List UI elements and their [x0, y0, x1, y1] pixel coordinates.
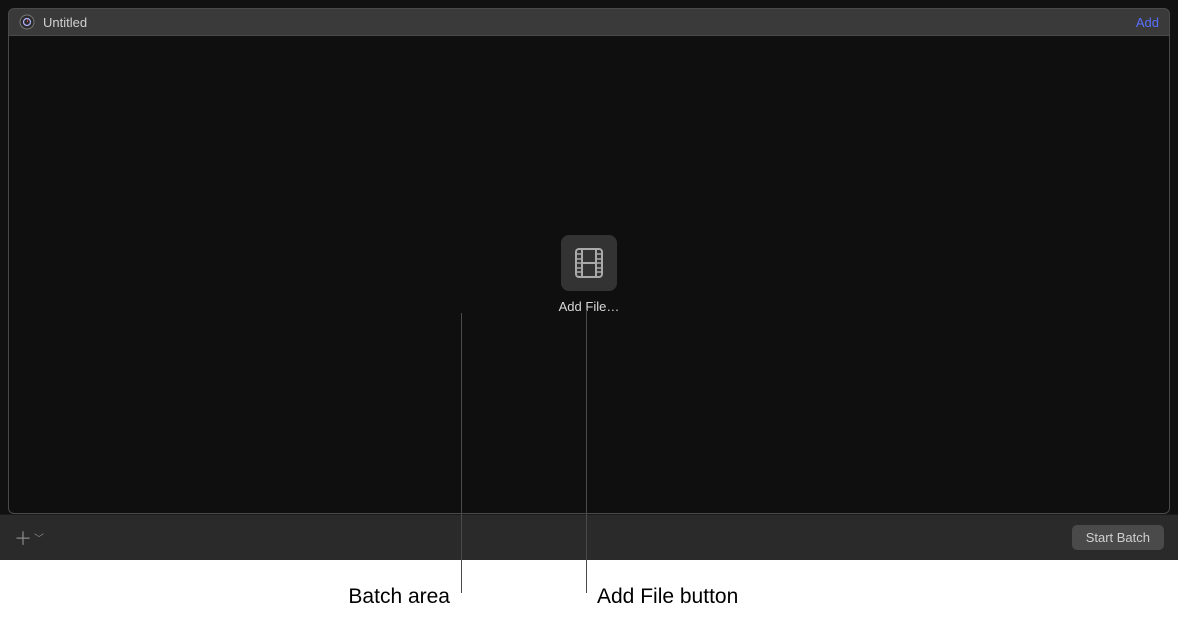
plus-icon: ＋	[14, 525, 32, 551]
compressor-app-icon	[19, 14, 35, 30]
callout-line-add-file	[586, 310, 587, 593]
add-file-button[interactable]: Add File…	[559, 235, 620, 314]
callout-line-batch-area	[461, 313, 462, 593]
film-icon	[561, 235, 617, 291]
add-file-label: Add File…	[559, 299, 620, 314]
callout-label-batch-area: Batch area	[310, 585, 450, 609]
start-batch-button[interactable]: Start Batch	[1072, 525, 1164, 550]
chevron-down-icon: ﹀	[34, 530, 44, 545]
callout-label-add-file: Add File button	[597, 585, 738, 609]
app-window: Untitled Add	[0, 0, 1178, 560]
window-title: Untitled	[43, 15, 1136, 30]
footer-bar: ＋ ﹀ Start Batch	[0, 514, 1178, 560]
add-menu-button[interactable]: ＋ ﹀	[14, 525, 44, 551]
batch-area[interactable]: Add File…	[8, 36, 1170, 514]
header-bar: Untitled Add	[8, 8, 1170, 36]
add-button[interactable]: Add	[1136, 15, 1159, 30]
